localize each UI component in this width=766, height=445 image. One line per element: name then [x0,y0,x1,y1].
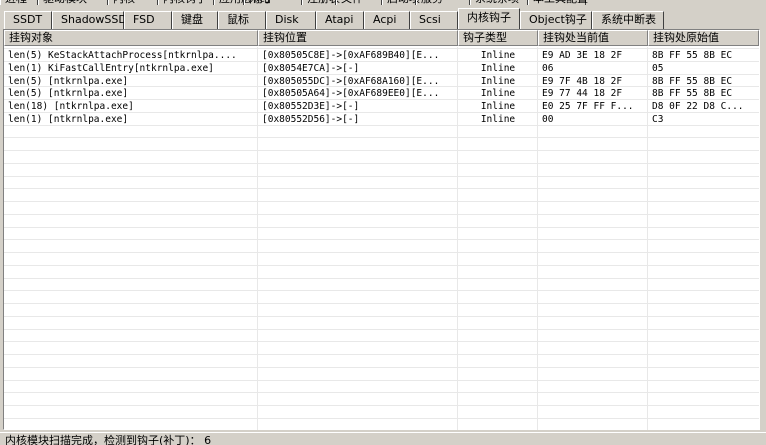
table-cell: C3 [652,114,664,125]
top-tab-9[interactable]: 服务 [416,0,470,5]
table-cell: Inline [480,101,516,112]
tab-4[interactable]: 鼠标 [218,11,266,29]
top-tab-1[interactable]: 驱动模块 [38,0,108,5]
grid-line [4,265,759,266]
grid-line [4,418,759,419]
top-tab-4[interactable]: 应用层钩子 [214,0,274,5]
table-row[interactable]: len(5) [ntkrnlpa.exe] [0x80505A64]->[0xAF… [4,87,759,100]
column-header-2[interactable]: 钩子类型 [458,30,538,46]
status-text: 内核模块扫描完成，检测到钩子(补丁)： 6 [5,434,212,445]
top-tab-6[interactable]: 注册表 [302,0,340,5]
table-cell: 00 [542,114,554,125]
hook-table-body[interactable]: len(5) KeStackAttachProcess[ntkrnlpa....… [4,47,759,430]
tab-3[interactable]: 键盘 [172,11,218,29]
grid-line [4,392,759,393]
table-cell: len(1) [ntkrnlpa.exe] [8,114,129,125]
table-cell: 8B FF 55 8B EC [652,50,733,61]
table-cell: Inline [480,63,516,74]
top-tab-10[interactable]: 系统杂项 [470,0,528,5]
grid-line [4,252,759,253]
grid-line [4,176,759,177]
top-tab-2[interactable]: 内核 [108,0,158,5]
column-header-0[interactable]: 挂钩对象 [4,30,258,46]
table-cell: E0 25 7F FF F... [542,101,634,112]
table-cell: [0x80505A64]->[0xAF689EE0][E... [262,88,440,99]
table-cell: len(5) KeStackAttachProcess[ntkrnlpa.... [8,50,237,61]
top-tab-7[interactable]: 文件 [336,0,382,5]
tab-5[interactable]: Disk [266,11,316,29]
grid-line [4,201,759,202]
grid-line [4,150,759,151]
table-cell: [0x8054E7CA]->[-] [262,63,360,74]
grid-line [4,316,759,317]
table-cell: E9 AD 3E 18 2F [542,50,623,61]
column-header-4[interactable]: 挂钩处原始值 [648,30,759,46]
table-cell: [0x80552D56]->[-] [262,114,360,125]
tab-7[interactable]: Acpi [364,11,410,29]
grid-line [4,354,759,355]
tab-2[interactable]: FSD [124,11,172,29]
table-cell: D8 0F 22 D8 C... [652,101,744,112]
table-cell: len(1) KiFastCallEntry[ntkrnlpa.exe] [8,63,214,74]
grid-line [4,303,759,304]
table-cell: len(18) [ntkrnlpa.exe] [8,101,134,112]
grid-line [4,137,759,138]
status-bar: 内核模块扫描完成，检测到钩子(补丁)： 6 [0,432,766,445]
table-cell: len(5) [ntkrnlpa.exe] [8,88,129,99]
grid-line [4,380,759,381]
table-cell: Inline [480,114,516,125]
top-tab-0[interactable]: 进程 [0,0,38,5]
top-tab-3[interactable]: 内核钩子 [158,0,214,5]
tab-9[interactable]: 内核钩子 [458,8,520,29]
grid-line [4,290,759,291]
grid-line [4,214,759,215]
table-cell: [0x80552D3E]->[-] [262,101,360,112]
table-row[interactable]: len(5) KeStackAttachProcess[ntkrnlpa....… [4,49,759,62]
table-cell: [0x80505C8E]->[0xAF689B40][E... [262,50,440,61]
grid-line [4,239,759,240]
top-tab-8[interactable]: 启动项 [382,0,420,5]
sub-tab-strip: SSDT ShadowSSDT FSD 键盘 鼠标 Disk Atapi Acpi Scsi 内核… [0,7,766,29]
tab-0[interactable]: SSDT [4,11,52,29]
table-header: 挂钩对象 挂钩位置 钩子类型 挂钩处当前值 挂钩处原始值 [4,30,759,46]
tab-8[interactable]: Scsi [410,11,458,29]
tab-1[interactable]: ShadowSSDT [52,11,134,29]
table-cell: 8B FF 55 8B EC [652,88,733,99]
tab-6[interactable]: Atapi [316,11,364,29]
top-tab-strip: 进程驱动模块内核内核钩子应用层钩子网络注册表文件启动项服务系统杂项本工具配置 [0,0,766,6]
table-cell: Inline [480,88,516,99]
grid-line [4,227,759,228]
table-cell: 06 [542,63,554,74]
table-cell: Inline [480,50,516,61]
grid-line [4,163,759,164]
tab-10[interactable]: Object钩子 [520,11,592,29]
grid-line [4,278,759,279]
grid-line [4,367,759,368]
column-header-1[interactable]: 挂钩位置 [258,30,458,46]
table-cell: E9 77 44 18 2F [542,88,623,99]
table-row[interactable]: len(1) [ntkrnlpa.exe] [0x80552D56]->[-] In… [4,113,759,126]
table-row[interactable]: len(1) KiFastCallEntry[ntkrnlpa.exe] [0x8… [4,62,759,75]
grid-line [4,405,759,406]
column-header-3[interactable]: 挂钩处当前值 [538,30,648,46]
grid-line [4,329,759,330]
table-row[interactable]: len(18) [ntkrnlpa.exe] [0x80552D3E]->[-] I… [4,100,759,113]
top-tab-5[interactable]: 网络 [244,0,302,5]
grid-line [4,341,759,342]
table-cell: 05 [652,63,664,74]
tab-11[interactable]: 系统中断表 [592,11,664,29]
top-tab-11[interactable]: 本工具配置 [528,0,588,5]
grid-line [4,188,759,189]
